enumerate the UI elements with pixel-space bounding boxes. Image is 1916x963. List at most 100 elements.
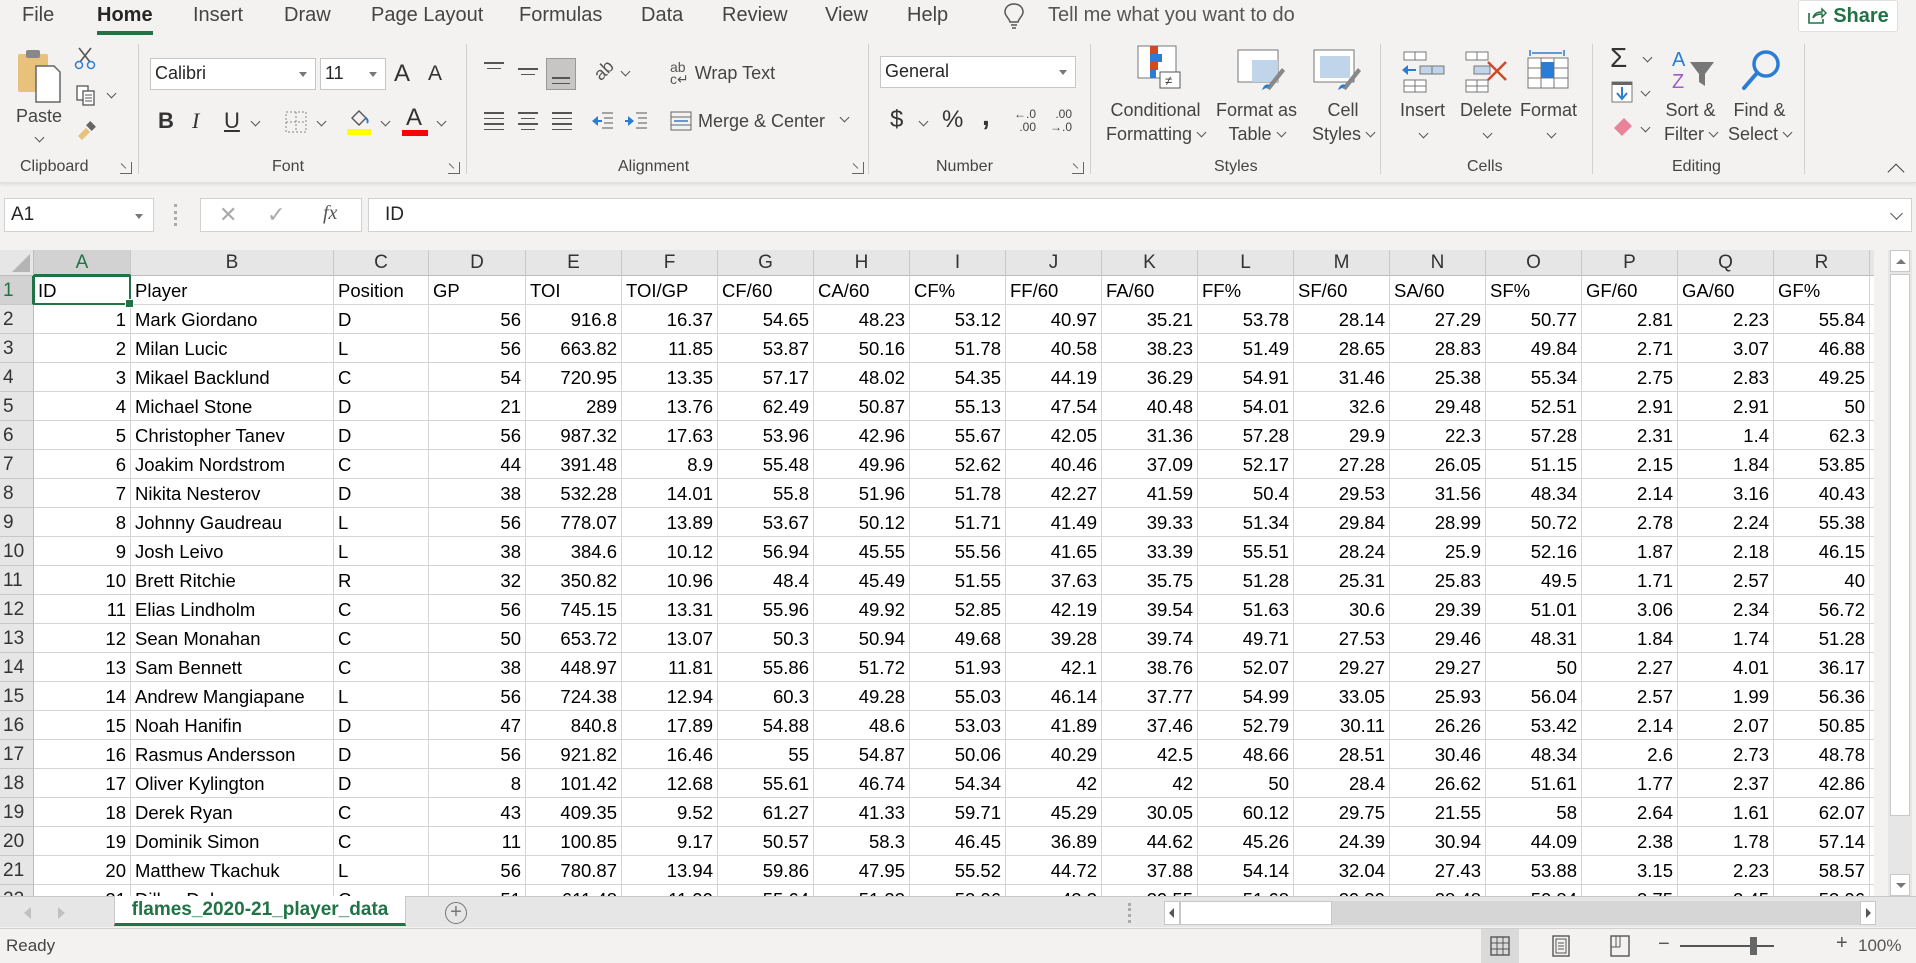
table-cell[interactable]: 59.71 <box>910 798 1006 827</box>
table-cell[interactable]: 1.4 <box>1678 421 1774 450</box>
table-cell[interactable]: 51.93 <box>910 653 1006 682</box>
table-cell[interactable]: 30.46 <box>1390 740 1486 769</box>
find-select-button[interactable]: Find & Select <box>1728 40 1794 150</box>
table-cell[interactable]: 17.63 <box>622 421 718 450</box>
table-cell[interactable]: 8 <box>429 769 526 798</box>
table-cell[interactable]: 28.51 <box>1294 740 1390 769</box>
table-cell[interactable]: L <box>334 537 429 566</box>
table-cell[interactable]: 27.28 <box>1294 450 1390 479</box>
column-header[interactable]: L <box>1198 250 1294 276</box>
table-cell[interactable]: 58.57 <box>1774 856 1870 885</box>
table-cell[interactable]: 49.71 <box>1198 624 1294 653</box>
table-cell[interactable]: L <box>334 508 429 537</box>
table-cell[interactable]: 49.25 <box>1774 363 1870 392</box>
table-cell[interactable]: 48.66 <box>1198 740 1294 769</box>
table-cell[interactable]: 9 <box>34 537 131 566</box>
table-cell[interactable]: 20 <box>34 856 131 885</box>
table-cell[interactable]: 11 <box>429 827 526 856</box>
vertical-scrollbar[interactable] <box>1888 250 1912 896</box>
table-cell[interactable]: L <box>334 334 429 363</box>
table-cell[interactable]: 1.71 <box>1582 566 1678 595</box>
table-cell[interactable]: Milan Lucic <box>131 334 334 363</box>
table-cell[interactable]: D <box>334 769 429 798</box>
table-cell[interactable]: 53.96 <box>718 421 814 450</box>
table-cell[interactable]: 17 <box>34 769 131 798</box>
table-cell[interactable]: 56.36 <box>1774 682 1870 711</box>
table-cell[interactable]: 448.97 <box>526 653 622 682</box>
table-cell[interactable]: 36.29 <box>1102 363 1198 392</box>
table-cell[interactable] <box>1870 537 1874 566</box>
comma-style-button[interactable]: , <box>982 100 990 132</box>
table-cell[interactable]: 1.78 <box>1678 827 1774 856</box>
column-header[interactable]: Q <box>1678 250 1774 276</box>
tab-insert[interactable]: Insert <box>193 4 243 27</box>
table-cell[interactable]: 53.78 <box>1198 305 1294 334</box>
select-all-button[interactable] <box>0 250 34 276</box>
spreadsheet-grid[interactable]: ABCDEFGHIJKLMNOPQR 1 2 3 4 5 6 7 8 9 10 11 12 13 14 15… <box>0 250 1874 896</box>
table-cell[interactable]: Noah Hanifin <box>131 711 334 740</box>
table-cell[interactable]: 16.46 <box>622 740 718 769</box>
table-cell[interactable]: 720.95 <box>526 363 622 392</box>
table-cell[interactable]: 39.28 <box>1006 624 1102 653</box>
table-cell[interactable]: 56 <box>429 508 526 537</box>
table-cell[interactable]: Christopher Tanev <box>131 421 334 450</box>
table-cell[interactable]: 2.75 <box>1582 885 1678 896</box>
tab-data[interactable]: Data <box>641 4 683 27</box>
table-cell[interactable]: 14.01 <box>622 479 718 508</box>
table-cell[interactable] <box>1870 595 1874 624</box>
table-cell[interactable]: Elias Lindholm <box>131 595 334 624</box>
add-sheet-button[interactable]: + <box>445 902 467 924</box>
table-cell[interactable]: C <box>334 595 429 624</box>
clipboard-launcher-icon[interactable] <box>120 162 132 174</box>
table-cell[interactable] <box>1870 653 1874 682</box>
table-cell[interactable]: Michael Stone <box>131 392 334 421</box>
table-cell[interactable]: 37.88 <box>1102 856 1198 885</box>
tab-review[interactable]: Review <box>722 4 788 27</box>
table-cell[interactable]: 49.84 <box>1486 334 1582 363</box>
table-cell[interactable]: 41.33 <box>814 798 910 827</box>
table-cell[interactable]: 42.96 <box>814 421 910 450</box>
row-header[interactable]: 20 <box>0 827 34 856</box>
table-cell[interactable]: 30.94 <box>1390 827 1486 856</box>
tab-file[interactable]: File <box>22 4 54 27</box>
number-format-select[interactable]: General <box>880 56 1076 88</box>
header-cell[interactable]: FA/60 <box>1102 276 1198 305</box>
table-cell[interactable]: 778.07 <box>526 508 622 537</box>
table-cell[interactable]: Brett Ritchie <box>131 566 334 595</box>
column-header[interactable]: E <box>526 250 622 276</box>
cancel-icon[interactable]: ✕ <box>219 202 237 228</box>
table-cell[interactable]: 53.85 <box>1774 450 1870 479</box>
collapse-ribbon-icon[interactable] <box>1887 163 1905 181</box>
table-cell[interactable]: 35.21 <box>1102 305 1198 334</box>
table-cell[interactable]: 56 <box>429 682 526 711</box>
table-cell[interactable]: 2.34 <box>1678 595 1774 624</box>
header-cell[interactable]: TOI <box>526 276 622 305</box>
table-cell[interactable]: D <box>334 711 429 740</box>
table-cell[interactable]: 10 <box>34 566 131 595</box>
table-cell[interactable]: 40.97 <box>1006 305 1102 334</box>
table-cell[interactable]: 49.68 <box>910 624 1006 653</box>
table-cell[interactable]: 37.09 <box>1102 450 1198 479</box>
tab-help[interactable]: Help <box>907 4 948 27</box>
table-cell[interactable]: 33.39 <box>1102 537 1198 566</box>
table-cell[interactable]: 32.6 <box>1294 392 1390 421</box>
tell-me-search[interactable]: Tell me what you want to do <box>1048 4 1295 27</box>
table-cell[interactable] <box>1870 711 1874 740</box>
header-cell[interactable]: TOI/GP <box>622 276 718 305</box>
table-cell[interactable]: 32 <box>429 566 526 595</box>
column-header[interactable]: O <box>1486 250 1582 276</box>
fill-color-icon[interactable] <box>346 106 372 136</box>
table-cell[interactable]: 56 <box>429 740 526 769</box>
column-header[interactable] <box>1870 250 1874 276</box>
zoom-slider-track[interactable] <box>1680 945 1774 947</box>
table-cell[interactable]: 60.3 <box>718 682 814 711</box>
table-cell[interactable]: 13.31 <box>622 595 718 624</box>
table-cell[interactable]: 56.94 <box>718 537 814 566</box>
table-cell[interactable]: 39.33 <box>1102 508 1198 537</box>
table-cell[interactable]: 52.51 <box>1486 392 1582 421</box>
row-header[interactable]: 1 <box>0 276 34 305</box>
table-cell[interactable]: 60.12 <box>1198 798 1294 827</box>
column-header[interactable]: K <box>1102 250 1198 276</box>
table-cell[interactable]: 3 <box>34 363 131 392</box>
header-cell[interactable]: FF/60 <box>1006 276 1102 305</box>
